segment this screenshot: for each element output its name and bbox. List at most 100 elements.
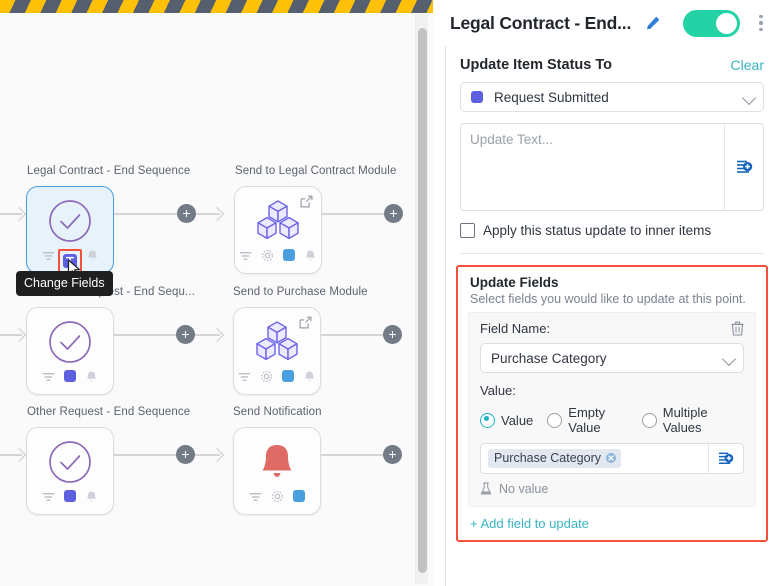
update-fields-subheading: Select fields you would like to update a… [470, 292, 746, 306]
add-step-button[interactable]: + [176, 325, 195, 344]
add-step-button[interactable]: + [383, 445, 402, 464]
no-value-row: No value [480, 482, 744, 496]
step-enabled-toggle[interactable] [683, 9, 741, 37]
radio-empty-value-label: Empty Value [568, 405, 606, 435]
check-circle-icon [27, 318, 113, 366]
connector-line [114, 213, 220, 215]
connector-arrow [11, 327, 27, 343]
connector-line [322, 213, 384, 215]
radio-empty-value[interactable] [547, 412, 563, 428]
value-insert-button[interactable] [709, 444, 743, 473]
filter-icon[interactable] [42, 249, 55, 262]
radio-value[interactable] [480, 412, 495, 428]
update-text-insert-button[interactable] [725, 124, 763, 210]
chevron-down-icon [721, 351, 737, 367]
node-label: Send Notification [233, 406, 322, 418]
connector-line [114, 454, 220, 456]
node-footer-icons [234, 487, 320, 505]
status-section-header: Update Item Status To Clear [460, 57, 764, 73]
field-name-select[interactable]: Purchase Category [480, 343, 744, 373]
node-card-purchase-request-end-sequence[interactable] [26, 307, 114, 395]
status-color-swatch[interactable] [282, 370, 294, 382]
status-color-swatch [471, 91, 483, 103]
bell-icon[interactable] [85, 490, 98, 503]
pencil-icon[interactable] [645, 15, 661, 31]
gear-icon[interactable] [271, 490, 284, 503]
bell-icon [234, 438, 320, 486]
bell-icon[interactable] [303, 370, 316, 383]
node-footer-icons [27, 367, 113, 385]
toggle-knob [716, 12, 738, 34]
value-chip-area[interactable]: Purchase Category [481, 444, 709, 473]
check-circle-icon [27, 438, 113, 486]
panel-title: Legal Contract - End... [450, 12, 632, 33]
add-field-to-update-link[interactable]: + Add field to update [458, 507, 766, 540]
radio-value-label: Value [501, 412, 534, 428]
connector-arrow [209, 447, 225, 463]
update-text-wrapper [460, 123, 764, 211]
insert-field-icon [736, 160, 752, 173]
filter-icon[interactable] [239, 249, 252, 262]
filter-icon[interactable] [42, 490, 55, 503]
status-color-swatch[interactable] [64, 370, 76, 382]
workflow-canvas[interactable]: Legal Contract - End Sequence + Send to … [0, 13, 420, 586]
chip-close-icon[interactable] [606, 453, 617, 463]
node-card-send-notification[interactable] [233, 427, 321, 515]
filter-icon[interactable] [249, 490, 262, 503]
node-footer-icons [235, 246, 321, 264]
panel-header: Legal Contract - End... [433, 0, 776, 46]
node-card-other-request-end-sequence[interactable] [26, 427, 114, 515]
cubes-module-icon [235, 197, 321, 245]
node-label: Send to Legal Contract Module [235, 165, 397, 177]
field-name-value: Purchase Category [491, 350, 607, 366]
update-text-input[interactable] [461, 124, 725, 210]
value-mode-radio-group: Value Empty Value Multiple Values [480, 405, 744, 435]
add-step-button[interactable]: + [384, 204, 403, 223]
bell-icon[interactable] [304, 249, 317, 262]
status-select[interactable]: Request Submitted [460, 82, 764, 112]
insert-field-icon [718, 452, 734, 464]
workflow-canvas-panel: Legal Contract - End Sequence + Send to … [0, 0, 434, 586]
add-step-button[interactable]: + [177, 204, 196, 223]
filter-icon[interactable] [238, 370, 251, 383]
node-card-send-to-legal-contract-module[interactable] [234, 186, 322, 274]
kebab-menu-icon[interactable] [754, 12, 768, 34]
inner-items-checkbox[interactable] [460, 223, 475, 238]
section-divider [460, 253, 764, 254]
status-color-swatch[interactable] [293, 490, 305, 502]
value-chip[interactable]: Purchase Category [488, 449, 622, 468]
add-step-button[interactable]: + [383, 325, 402, 344]
radio-multiple-values-label: Multiple Values [662, 405, 708, 435]
update-fields-section: Update Fields Select fields you would li… [456, 265, 768, 542]
bell-icon[interactable] [86, 249, 99, 262]
connector-arrow [11, 206, 27, 222]
inner-items-checkbox-label: Apply this status update to inner items [483, 223, 712, 238]
bell-icon[interactable] [85, 370, 98, 383]
node-card-send-to-purchase-module[interactable] [233, 307, 321, 395]
value-label: Value: [480, 383, 516, 398]
node-label: Legal Contract - End Sequence [27, 165, 191, 177]
panel-body: Update Item Status To Clear Request Subm… [445, 46, 776, 586]
cubes-module-icon [234, 318, 320, 366]
connector-arrow [209, 206, 225, 222]
workflow-editor-screen: Legal Contract - End Sequence + Send to … [0, 0, 776, 586]
node-label: Send to Purchase Module [233, 286, 368, 298]
radio-multiple-values[interactable] [641, 412, 657, 428]
inner-items-checkbox-row[interactable]: Apply this status update to inner items [460, 223, 764, 238]
status-color-swatch[interactable] [283, 249, 295, 261]
add-step-button[interactable]: + [176, 445, 195, 464]
value-input-wrapper: Purchase Category [480, 443, 744, 474]
status-section-heading: Update Item Status To [460, 57, 612, 73]
gear-icon[interactable] [260, 370, 273, 383]
check-circle-icon [27, 197, 113, 245]
node-label: Other Request - End Sequence [27, 406, 191, 418]
connector-line [321, 454, 383, 456]
clear-link[interactable]: Clear [731, 57, 764, 73]
gear-icon[interactable] [261, 249, 274, 262]
status-color-swatch[interactable] [64, 490, 76, 502]
connector-arrow [11, 447, 27, 463]
no-value-text: No value [499, 482, 549, 496]
trash-icon[interactable] [731, 321, 744, 336]
canvas-scrollbar-thumb[interactable] [418, 28, 427, 573]
filter-icon[interactable] [42, 370, 55, 383]
